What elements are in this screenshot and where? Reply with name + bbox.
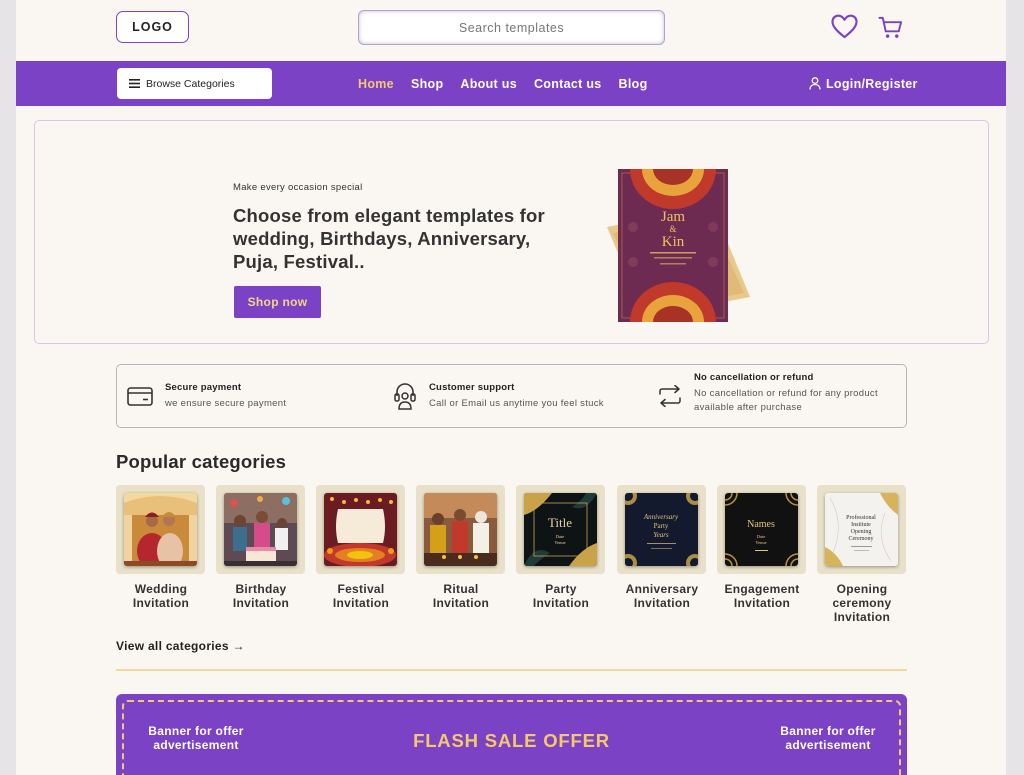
category-wedding[interactable]: Wedding Invitation xyxy=(116,485,206,610)
svg-text:Opening: Opening xyxy=(851,529,872,535)
birthday-image xyxy=(224,493,297,566)
menu-icon xyxy=(129,79,140,88)
user-icon xyxy=(809,77,821,90)
festival-image xyxy=(324,493,397,566)
category-label: Festival Invitation xyxy=(332,582,390,610)
svg-text:Professional: Professional xyxy=(846,514,876,521)
category-opening-ceremony[interactable]: Professional Institute Opening Ceremony … xyxy=(817,485,907,624)
category-label: Birthday Invitation xyxy=(232,582,290,610)
nav-link-blog[interactable]: Blog xyxy=(619,77,648,91)
browse-categories-button[interactable]: Browse Categories xyxy=(117,68,272,99)
feature-desc: No cancellation or refund for any produc… xyxy=(694,387,878,413)
features-strip: Secure payment we ensure secure payment … xyxy=(116,364,907,428)
feature-desc: we ensure secure payment xyxy=(165,397,287,409)
category-label: Engagement Invitation xyxy=(724,582,800,610)
card-icon xyxy=(127,387,153,406)
svg-text:Venue: Venue xyxy=(554,540,565,545)
category-birthday[interactable]: Birthday Invitation xyxy=(216,485,306,610)
party-image: Title Date Venue xyxy=(524,493,597,566)
category-party[interactable]: Title Date Venue Party Invitation xyxy=(516,485,606,610)
browse-categories-label: Browse Categories xyxy=(146,77,235,90)
card-name-bottom: Kin xyxy=(662,234,685,250)
engagement-thumb-title: Names xyxy=(747,519,775,530)
section-divider xyxy=(116,669,907,671)
svg-text:Anniversary: Anniversary xyxy=(643,513,679,521)
category-label: Wedding Invitation xyxy=(132,582,190,610)
category-anniversary[interactable]: Anniversary Party Years Anniversary Invi… xyxy=(617,485,707,610)
search-input[interactable] xyxy=(359,20,664,35)
feature-no-refund: No cancellation or refund No cancellatio… xyxy=(658,365,899,427)
hero-tagline: Make every occasion special xyxy=(233,182,363,193)
engagement-image: Names Date Venue xyxy=(725,493,798,566)
nav-link-about[interactable]: About us xyxy=(460,77,517,91)
nav-link-contact[interactable]: Contact us xyxy=(534,77,602,91)
ritual-image xyxy=(424,493,497,566)
logo-button[interactable]: LOGO xyxy=(116,11,189,43)
card-name-top: Jam xyxy=(661,209,685,225)
feature-title: Customer support xyxy=(429,381,515,393)
feature-desc: Call or Email us anytime you feel stuck xyxy=(429,397,604,409)
category-label: Opening ceremony Invitation xyxy=(832,582,892,624)
category-label: Party Invitation xyxy=(532,582,590,610)
svg-text:Date: Date xyxy=(757,534,766,539)
category-label: Ritual Invitation xyxy=(432,582,490,610)
svg-text:Ceremony: Ceremony xyxy=(849,536,874,542)
view-all-categories-link[interactable]: View all categories → xyxy=(116,639,245,653)
nav-links: Home Shop About us Contact us Blog xyxy=(358,61,665,106)
hero-title: Choose from elegant templates for weddin… xyxy=(233,205,545,272)
feature-title: Secure payment xyxy=(165,381,242,393)
anniversary-image: Anniversary Party Years xyxy=(625,493,698,566)
card-ampersand: & xyxy=(669,224,676,234)
invitation-card-image: Jam & Kin xyxy=(607,169,750,322)
flash-sale-banner[interactable]: Banner for offer advertisement FLASH SAL… xyxy=(116,694,907,775)
login-register-label: Login/Register xyxy=(826,76,918,91)
svg-text:Venue: Venue xyxy=(755,540,766,545)
party-thumb-title: Title xyxy=(548,515,572,530)
shop-now-button[interactable]: Shop now xyxy=(234,286,321,318)
banner-ad-right: Banner for offer advertisement xyxy=(780,724,876,752)
main-navbar: Browse Categories Home Shop About us Con… xyxy=(16,61,1006,106)
feature-customer-support: Customer support Call or Email us anytim… xyxy=(393,365,604,427)
wedding-image xyxy=(124,493,197,566)
category-festival[interactable]: Festival Invitation xyxy=(316,485,406,610)
exchange-icon xyxy=(659,385,681,407)
popular-categories-title: Popular categories xyxy=(116,451,287,472)
anniversary-thumb-sub: Years xyxy=(653,531,669,539)
category-label: Anniversary Invitation xyxy=(625,582,699,610)
feature-secure-payment: Secure payment we ensure secure payment xyxy=(127,365,286,427)
cart-icon[interactable] xyxy=(878,15,903,40)
svg-text:Date: Date xyxy=(556,534,565,539)
opening-ceremony-image: Professional Institute Opening Ceremony xyxy=(825,493,898,566)
login-register-link[interactable]: Login/Register xyxy=(809,61,918,106)
category-engagement[interactable]: Names Date Venue Engagement Invitation xyxy=(717,485,807,610)
feature-title: No cancellation or refund xyxy=(694,371,814,383)
nav-link-home[interactable]: Home xyxy=(358,77,394,91)
svg-text:Institute: Institute xyxy=(851,522,871,528)
hero-banner: Make every occasion special Choose from … xyxy=(34,120,989,344)
search-box[interactable] xyxy=(358,10,665,45)
heart-icon[interactable] xyxy=(831,14,858,39)
svg-text:Party: Party xyxy=(654,522,669,530)
page: LOGO Browse Categories Home Shop About u… xyxy=(16,0,1006,775)
nav-link-shop[interactable]: Shop xyxy=(411,77,443,91)
support-icon xyxy=(394,383,416,410)
category-ritual[interactable]: Ritual Invitation xyxy=(416,485,506,610)
